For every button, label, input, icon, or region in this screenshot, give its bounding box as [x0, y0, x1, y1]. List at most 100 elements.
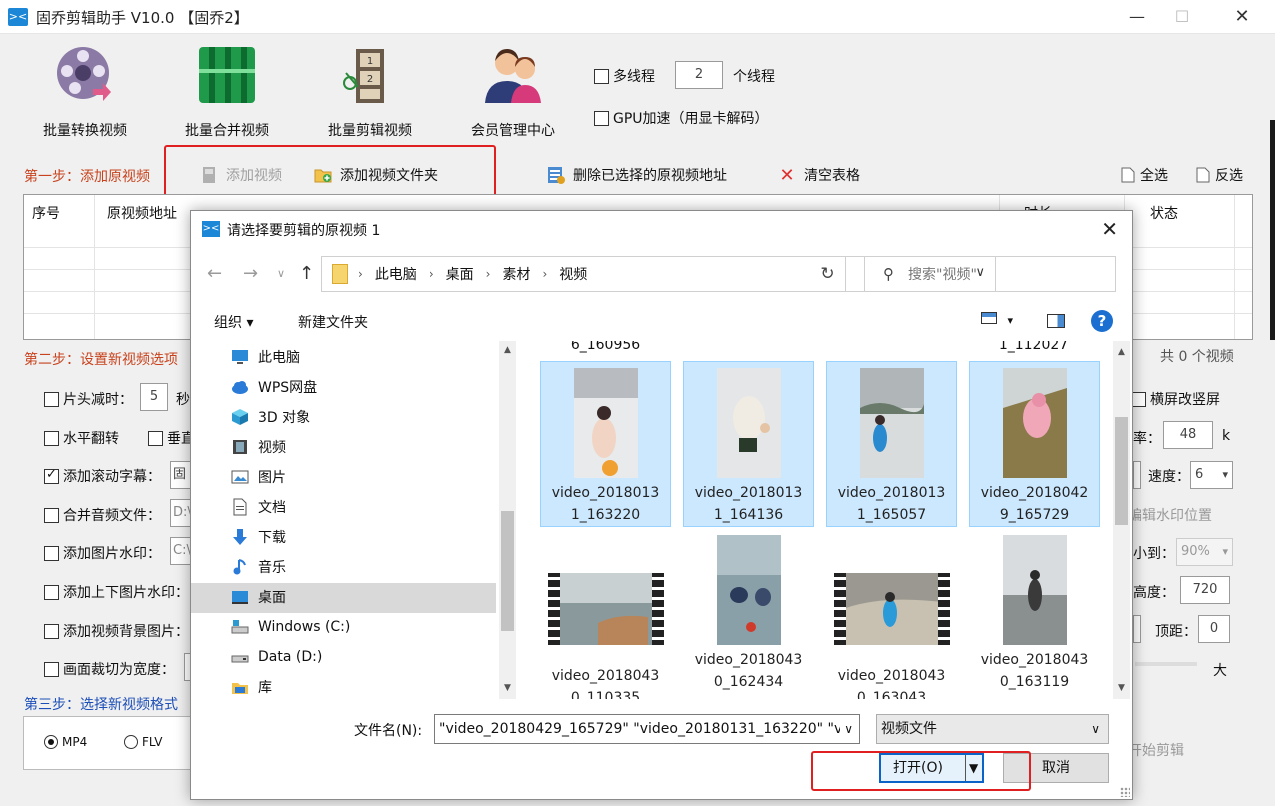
- merge-audio-box[interactable]: [44, 507, 59, 523]
- scroll-text-checkbox[interactable]: 添加滚动字幕：: [44, 466, 161, 486]
- toolbar-edit[interactable]: 12 批量剪辑视频: [320, 40, 420, 145]
- margin-input[interactable]: [1133, 615, 1141, 643]
- crop-width-box[interactable]: [44, 661, 59, 677]
- gpu-box[interactable]: [594, 110, 609, 126]
- filetype-select[interactable]: 视频文件 ∨: [876, 714, 1109, 744]
- toolbar-members[interactable]: 会员管理中心: [463, 40, 563, 145]
- flip-h-checkbox[interactable]: 水平翻转: [44, 428, 119, 448]
- file-tile[interactable]: video_2018013 1_165057: [826, 361, 957, 527]
- file-list[interactable]: 6_160956 1_112027 video_2018013 1_163220 …: [526, 341, 1113, 699]
- nav-item-wps[interactable]: WPS网盘: [231, 373, 317, 401]
- landscape-portrait-checkbox[interactable]: 横屏改竖屏: [1131, 389, 1220, 409]
- file-tile[interactable]: video_2018042 9_165729: [969, 361, 1100, 527]
- bitrate-input[interactable]: 48: [1163, 421, 1213, 449]
- multithread-checkbox[interactable]: 多线程: [594, 66, 655, 86]
- head-cut-checkbox[interactable]: 片头减时：: [44, 389, 133, 409]
- recent-chevron-icon[interactable]: ∨: [277, 267, 285, 280]
- search-input[interactable]: ⚲ 搜索"视频": [864, 256, 1116, 292]
- edit-watermark-pos-button[interactable]: 编辑水印位置: [1128, 505, 1212, 525]
- toolbar-merge[interactable]: 批量合并视频: [177, 40, 277, 145]
- tb-watermark-box[interactable]: [44, 584, 59, 600]
- crop-width-checkbox[interactable]: 画面裁切为宽度：: [44, 659, 175, 679]
- head-cut-input[interactable]: 5: [140, 383, 168, 411]
- resize-grip[interactable]: [1120, 787, 1130, 797]
- nav-scrollbar[interactable]: ▲ ▼: [499, 341, 516, 699]
- maximize-button[interactable]: ☐: [1160, 4, 1204, 30]
- clear-table-button[interactable]: ✕ 清空表格: [778, 165, 860, 186]
- flip-v-box[interactable]: [148, 430, 163, 446]
- format-mp4-radio[interactable]: MP4: [44, 735, 87, 749]
- gpu-checkbox[interactable]: GPU加速（用显卡解码）: [594, 108, 769, 128]
- new-folder-button[interactable]: 新建文件夹: [298, 312, 368, 332]
- breadcrumb-item[interactable]: 桌面: [446, 264, 474, 284]
- file-tile[interactable]: video_2018013 1_164136: [683, 361, 814, 527]
- chevron-down-icon[interactable]: ∨: [840, 715, 853, 743]
- preview-pane-button[interactable]: [1047, 314, 1065, 332]
- minimize-button[interactable]: —: [1115, 4, 1159, 30]
- nav-item-drive-d[interactable]: Data (D:): [231, 643, 322, 671]
- nav-item-documents[interactable]: 文档: [231, 493, 286, 521]
- breadcrumb-item[interactable]: 视频: [559, 264, 587, 284]
- radio-checked-icon[interactable]: [44, 735, 58, 749]
- format-flv-radio[interactable]: FLV: [124, 735, 162, 749]
- nav-item-this-pc[interactable]: 此电脑: [231, 343, 300, 371]
- speed-preset-input[interactable]: [1133, 461, 1141, 489]
- nav-item-videos[interactable]: 视频: [231, 433, 286, 461]
- bg-image-box[interactable]: [44, 623, 59, 639]
- select-all-button[interactable]: 全选: [1120, 165, 1168, 185]
- merge-audio-checkbox[interactable]: 合并音频文件：: [44, 505, 161, 525]
- organize-button[interactable]: 组织 ▾: [214, 312, 253, 332]
- thread-count-input[interactable]: 2: [675, 61, 723, 89]
- image-watermark-box[interactable]: [44, 545, 59, 561]
- file-tile[interactable]: video_2018043 0_163119: [969, 533, 1100, 699]
- file-tile[interactable]: video_2018043 0_162434: [683, 533, 814, 699]
- toolbar-convert[interactable]: 批量转换视频: [35, 40, 135, 145]
- nav-item-downloads[interactable]: 下载: [231, 523, 286, 551]
- nav-item-music[interactable]: 音乐: [231, 553, 286, 581]
- top-margin-input[interactable]: 0: [1198, 615, 1230, 643]
- up-arrow-icon[interactable]: ↑: [299, 263, 314, 284]
- partial-file-label[interactable]: 1_112027: [968, 341, 1099, 353]
- navigation-pane[interactable]: 此电脑 WPS网盘 3D 对象 视频 图片 文档 下载 音乐 桌面 Window…: [191, 341, 518, 699]
- nav-item-library[interactable]: 库: [231, 673, 272, 699]
- view-options-button[interactable]: ▾: [981, 312, 1013, 328]
- scroll-text-box[interactable]: [44, 467, 59, 484]
- breadcrumb-item[interactable]: 素材: [502, 264, 530, 284]
- size-slider[interactable]: [1135, 662, 1197, 666]
- multithread-box[interactable]: [594, 68, 609, 84]
- tb-watermark-checkbox[interactable]: 添加上下图片水印：: [44, 582, 189, 602]
- scroll-up-icon[interactable]: ▲: [1113, 347, 1130, 357]
- radio-icon[interactable]: [124, 735, 138, 749]
- flip-h-box[interactable]: [44, 430, 59, 446]
- landscape-portrait-box[interactable]: [1131, 391, 1146, 407]
- flip-v-checkbox[interactable]: 垂直: [148, 428, 195, 448]
- image-watermark-checkbox[interactable]: 添加图片水印：: [44, 543, 161, 563]
- bg-image-checkbox[interactable]: 添加视频背景图片：: [44, 621, 189, 641]
- nav-item-pictures[interactable]: 图片: [231, 463, 286, 491]
- start-edit-button[interactable]: 开始剪辑: [1128, 740, 1184, 760]
- speed-select[interactable]: 6 ▾: [1190, 461, 1233, 489]
- nav-item-drive-c[interactable]: Windows (C:): [231, 613, 350, 641]
- scroll-down-icon[interactable]: ▼: [1113, 683, 1130, 693]
- nav-item-3d[interactable]: 3D 对象: [231, 403, 310, 431]
- merge-audio-input[interactable]: D:\: [170, 499, 192, 527]
- dialog-close-button[interactable]: ✕: [1101, 217, 1118, 241]
- delete-selected-button[interactable]: 删除已选择的原视频地址: [547, 165, 727, 185]
- image-watermark-input[interactable]: C:\: [170, 537, 192, 565]
- file-scrollbar[interactable]: ▲ ▼: [1113, 341, 1130, 699]
- partial-file-label[interactable]: 6_160956: [540, 341, 671, 353]
- forward-arrow-icon[interactable]: →: [243, 263, 258, 284]
- breadcrumb-item[interactable]: 此电脑: [375, 264, 417, 284]
- scroll-up-icon[interactable]: ▲: [499, 345, 516, 355]
- file-tile[interactable]: video_2018013 1_163220: [540, 361, 671, 527]
- file-scroll-thumb[interactable]: [1115, 417, 1128, 525]
- nav-item-desktop[interactable]: 桌面: [231, 583, 286, 611]
- invert-select-button[interactable]: 反选: [1195, 165, 1243, 185]
- help-button[interactable]: ?: [1091, 310, 1113, 332]
- open-file-dialog[interactable]: >< 请选择要剪辑的原视频 1 ✕ ← → ∨ ↑ › 此电脑 › 桌面 › 素…: [190, 210, 1133, 800]
- height-input[interactable]: 720: [1180, 576, 1230, 604]
- back-arrow-icon[interactable]: ←: [207, 263, 222, 284]
- scroll-down-icon[interactable]: ▼: [499, 683, 516, 693]
- refresh-button[interactable]: ↻: [810, 256, 846, 292]
- close-button[interactable]: ✕: [1220, 4, 1264, 30]
